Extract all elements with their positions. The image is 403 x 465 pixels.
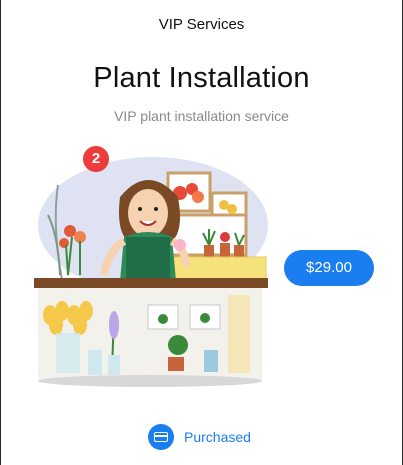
purchased-status[interactable]: Purchased <box>148 424 251 450</box>
credit-card-icon <box>148 424 174 450</box>
notification-badge: 2 <box>83 146 109 172</box>
nav-title: VIP Services <box>158 16 245 33</box>
price-button[interactable]: $29.00 <box>284 250 374 286</box>
purchased-label: Purchased <box>184 429 251 445</box>
page-title: Plant Installation <box>93 62 310 94</box>
florist-shop-illustration <box>34 157 268 387</box>
page-subtitle: VIP plant installation service <box>114 108 289 124</box>
